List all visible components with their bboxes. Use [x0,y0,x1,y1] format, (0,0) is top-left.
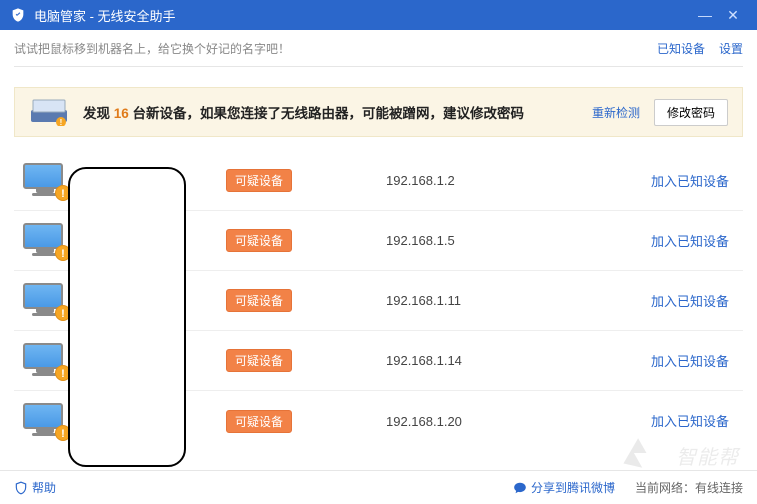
device-row: ! 可疑设备 192.168.1.2 加入已知设备 [14,151,743,211]
device-list: ! 可疑设备 192.168.1.2 加入已知设备 ! 可疑设备 192.168… [0,151,757,451]
footer: 帮助 分享到腾讯微博 当前网络：有线连接 [0,470,757,504]
name-mask-overlay [68,167,186,467]
add-known-link[interactable]: 加入已知设备 [651,294,729,309]
hint-text: 试试把鼠标移到机器名上，给它换个好记的名字吧！ [14,40,643,57]
device-count: 16 [114,106,129,121]
toolbar: 试试把鼠标移到机器名上，给它换个好记的名字吧！ 已知设备 设置 [0,30,757,66]
add-known-link[interactable]: 加入已知设备 [651,354,729,369]
network-status: 当前网络：有线连接 [635,479,743,496]
monitor-icon: ! [23,283,67,319]
monitor-icon: ! [23,163,67,199]
scanner-icon: ! [29,98,69,126]
speech-bubble-icon [513,481,527,495]
monitor-icon: ! [23,223,67,259]
suspicious-badge: 可疑设备 [226,410,292,433]
device-ip: 192.168.1.11 [386,293,586,308]
device-ip: 192.168.1.2 [386,173,586,188]
suspicious-badge: 可疑设备 [226,349,292,372]
suspicious-badge: 可疑设备 [226,289,292,312]
change-password-button[interactable]: 修改密码 [654,99,728,126]
banner-message: 发现 16 台新设备，如果您连接了无线路由器，可能被蹭网，建议修改密码 [83,102,578,122]
device-ip: 192.168.1.20 [386,414,586,429]
device-ip: 192.168.1.5 [386,233,586,248]
svg-text:!: ! [60,118,63,126]
add-known-link[interactable]: 加入已知设备 [651,234,729,249]
add-known-link[interactable]: 加入已知设备 [651,414,729,429]
app-shield-icon [10,7,26,23]
add-known-link[interactable]: 加入已知设备 [651,174,729,189]
divider [14,66,743,67]
settings-link[interactable]: 设置 [719,40,743,57]
monitor-icon: ! [23,403,67,439]
minimize-button[interactable]: — [691,7,719,23]
known-devices-link[interactable]: 已知设备 [657,40,705,57]
close-button[interactable]: ✕ [719,7,747,24]
window-title: 电脑管家 - 无线安全助手 [34,6,691,25]
alert-banner: ! 发现 16 台新设备，如果您连接了无线路由器，可能被蹭网，建议修改密码 重新… [14,87,743,137]
title-bar: 电脑管家 - 无线安全助手 — ✕ [0,0,757,30]
share-weibo-link[interactable]: 分享到腾讯微博 [513,479,615,496]
device-ip: 192.168.1.14 [386,353,586,368]
monitor-icon: ! [23,343,67,379]
suspicious-badge: 可疑设备 [226,229,292,252]
rescan-link[interactable]: 重新检测 [592,104,640,121]
shield-outline-icon [14,481,28,495]
help-link[interactable]: 帮助 [14,479,56,496]
suspicious-badge: 可疑设备 [226,169,292,192]
